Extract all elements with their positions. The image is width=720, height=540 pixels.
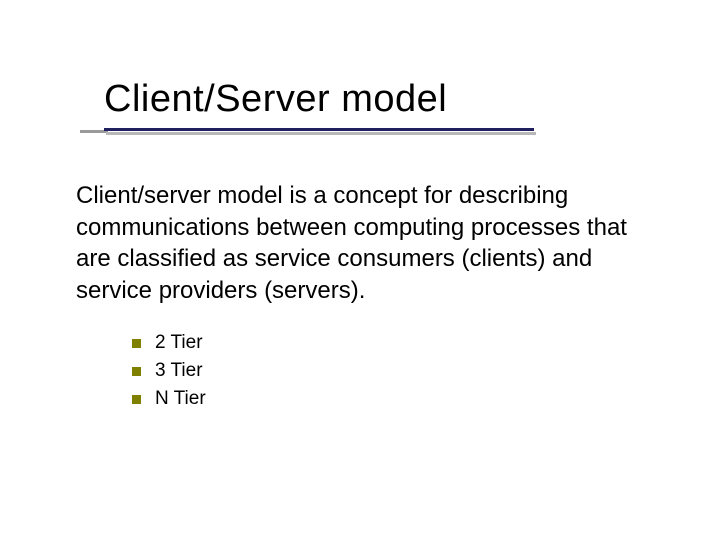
title-underline xyxy=(104,128,534,131)
slide-title: Client/Server model xyxy=(104,78,447,121)
square-bullet-icon xyxy=(132,395,141,404)
list-item-label: 3 Tier xyxy=(155,360,203,382)
body-paragraph: Client/server model is a concept for des… xyxy=(76,180,644,307)
bullet-list: 2 Tier 3 Tier N Tier xyxy=(132,332,206,416)
list-item-label: 2 Tier xyxy=(155,332,203,354)
slide: Client/Server model Client/server model … xyxy=(0,0,720,540)
list-item: N Tier xyxy=(132,388,206,410)
list-item: 3 Tier xyxy=(132,360,206,382)
title-underline-shadow xyxy=(106,132,536,135)
square-bullet-icon xyxy=(132,339,141,348)
list-item-label: N Tier xyxy=(155,388,206,410)
square-bullet-icon xyxy=(132,367,141,376)
list-item: 2 Tier xyxy=(132,332,206,354)
